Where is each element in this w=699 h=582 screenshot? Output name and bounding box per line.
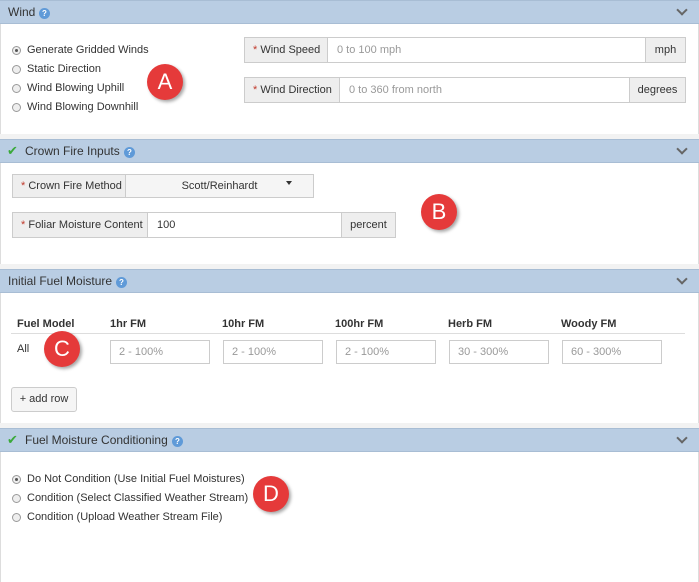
crown-fire-method-label: * Crown Fire Method xyxy=(12,174,126,198)
radio-label: Wind Blowing Downhill xyxy=(27,101,139,113)
fm-herb-input[interactable]: 30 - 300% xyxy=(449,340,549,364)
chevron-down-icon[interactable] xyxy=(676,273,688,285)
required-marker: * xyxy=(253,84,258,96)
wind-panel-body: Generate Gridded Winds Static Direction … xyxy=(0,24,699,134)
annotation-badge-d: D xyxy=(253,476,289,512)
wind-direction-input[interactable]: 0 to 360 from north xyxy=(339,77,630,103)
radio-button[interactable] xyxy=(12,103,21,112)
table-header-divider xyxy=(11,333,685,334)
crown-fire-method-value: Scott/Reinhardt xyxy=(181,180,258,192)
radio-button[interactable] xyxy=(12,513,21,522)
wind-speed-unit: mph xyxy=(645,37,686,63)
wind-speed-input[interactable]: 0 to 100 mph xyxy=(327,37,646,63)
wind-direction-unit: degrees xyxy=(629,77,686,103)
initial-fuel-moisture-panel-header[interactable]: Initial Fuel Moisture ? xyxy=(0,269,699,293)
annotation-badge-a: A xyxy=(147,64,183,100)
radio-button[interactable] xyxy=(12,46,21,55)
chevron-down-icon[interactable] xyxy=(676,143,688,155)
caret-down-icon xyxy=(286,181,292,185)
radio-label: Static Direction xyxy=(27,63,101,75)
radio-button[interactable] xyxy=(12,65,21,74)
column-header-fuel-model: Fuel Model xyxy=(17,318,75,330)
wind-panel-header[interactable]: Wind ? xyxy=(0,0,699,24)
conditioning-panel-header[interactable]: ✔ Fuel Moisture Conditioning ? xyxy=(0,428,699,452)
crown-fire-panel-header[interactable]: ✔ Crown Fire Inputs ? xyxy=(0,139,699,163)
check-icon: ✔ xyxy=(7,143,18,158)
fm-10hr-input[interactable]: 2 - 100% xyxy=(223,340,323,364)
wind-speed-label-text: Wind Speed xyxy=(260,44,321,56)
required-marker: * xyxy=(21,180,26,192)
chevron-down-icon[interactable] xyxy=(676,432,688,444)
column-header-10hr: 10hr FM xyxy=(222,318,265,330)
radio-label: Generate Gridded Winds xyxy=(27,44,149,56)
check-icon: ✔ xyxy=(7,432,18,447)
foliar-moisture-unit: percent xyxy=(341,212,396,238)
chevron-down-icon[interactable] xyxy=(676,4,688,16)
annotation-badge-c: C xyxy=(44,331,80,367)
annotation-badge-b: B xyxy=(421,194,457,230)
required-marker: * xyxy=(21,219,26,231)
conditioning-panel-title: Fuel Moisture Conditioning xyxy=(25,433,168,447)
radio-label: Do Not Condition (Use Initial Fuel Moist… xyxy=(27,473,245,485)
radio-button[interactable] xyxy=(12,84,21,93)
wind-direction-label-text: Wind Direction xyxy=(260,84,332,96)
required-marker: * xyxy=(253,44,258,56)
radio-label: Condition (Upload Weather Stream File) xyxy=(27,511,223,523)
crown-fire-panel-title: Crown Fire Inputs xyxy=(25,144,120,158)
column-header-woody: Woody FM xyxy=(561,318,617,330)
fm-woody-input[interactable]: 60 - 300% xyxy=(562,340,662,364)
foliar-moisture-label: * Foliar Moisture Content xyxy=(12,212,148,238)
fm-1hr-input[interactable]: 2 - 100% xyxy=(110,340,210,364)
crown-fire-panel-body: * Crown Fire Method Scott/Reinhardt * Fo… xyxy=(0,163,699,264)
initial-fuel-moisture-panel-title: Initial Fuel Moisture xyxy=(8,274,113,288)
foliar-moisture-input[interactable]: 100 xyxy=(147,212,342,238)
radio-button[interactable] xyxy=(12,494,21,503)
crown-fire-method-select[interactable]: Scott/Reinhardt xyxy=(125,174,314,198)
radio-button[interactable] xyxy=(12,475,21,484)
column-header-1hr: 1hr FM xyxy=(110,318,147,330)
foliar-moisture-label-text: Foliar Moisture Content xyxy=(28,219,143,231)
wind-direction-label: * Wind Direction xyxy=(244,77,340,103)
conditioning-panel-body: Do Not Condition (Use Initial Fuel Moist… xyxy=(0,452,699,582)
radio-label: Wind Blowing Uphill xyxy=(27,82,125,94)
help-icon[interactable]: ? xyxy=(124,147,135,158)
fm-100hr-input[interactable]: 2 - 100% xyxy=(336,340,436,364)
wind-panel-title: Wind xyxy=(8,5,36,19)
column-header-herb: Herb FM xyxy=(448,318,492,330)
fuel-model-cell: All xyxy=(17,343,30,355)
crown-fire-method-label-text: Crown Fire Method xyxy=(28,180,122,192)
help-icon[interactable]: ? xyxy=(172,436,183,447)
help-icon[interactable]: ? xyxy=(39,8,50,19)
wind-speed-label: * Wind Speed xyxy=(244,37,328,63)
help-icon[interactable]: ? xyxy=(116,277,127,288)
column-header-100hr: 100hr FM xyxy=(335,318,384,330)
radio-label: Condition (Select Classified Weather Str… xyxy=(27,492,249,504)
add-row-button[interactable]: + add row xyxy=(11,387,77,412)
